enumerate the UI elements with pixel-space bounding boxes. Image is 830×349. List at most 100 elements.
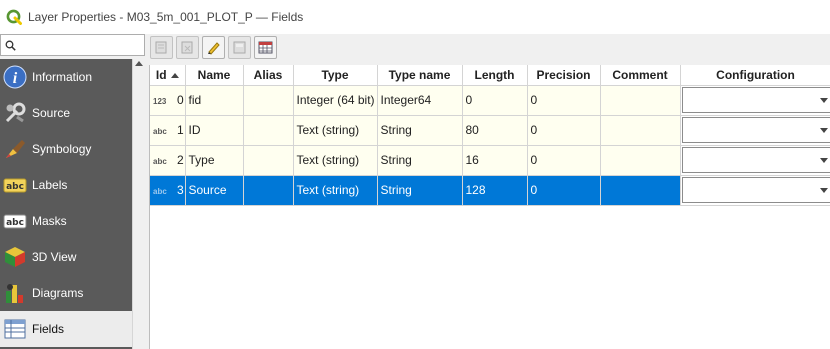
- integer-type-icon: 123: [153, 97, 167, 106]
- cell-alias[interactable]: [243, 115, 294, 146]
- column-header-id[interactable]: Id: [150, 65, 186, 86]
- cell-length[interactable]: 80: [462, 115, 528, 146]
- delete-field-button[interactable]: [176, 35, 199, 59]
- sidebar-item-label: Symbology: [32, 142, 92, 156]
- text-type-icon: abc: [153, 127, 167, 136]
- cell-comment[interactable]: [600, 145, 681, 176]
- cell-type-name[interactable]: Integer64: [377, 85, 463, 116]
- sidebar-item-source[interactable]: Source: [0, 95, 132, 131]
- info-icon: i: [2, 64, 28, 90]
- sidebar-item-label: Source: [32, 106, 71, 120]
- sidebar-item-masks[interactable]: abc Masks: [0, 203, 132, 239]
- fields-table-container: Id Name Alias Type Type name Length Prec…: [149, 65, 830, 349]
- cell-precision[interactable]: 0: [527, 85, 601, 116]
- sort-ascending-icon: [170, 73, 179, 79]
- cell-type-name[interactable]: String: [377, 175, 463, 206]
- cell-comment[interactable]: [600, 85, 681, 116]
- new-field-icon: [155, 41, 167, 53]
- cell-configuration[interactable]: [680, 145, 830, 176]
- cell-configuration[interactable]: [680, 115, 830, 146]
- cell-comment[interactable]: [600, 175, 681, 206]
- sidebar-item-symbology[interactable]: Symbology: [0, 131, 132, 167]
- cell-comment[interactable]: [600, 115, 681, 146]
- sidebar-item-diagrams[interactable]: Diagrams: [0, 275, 132, 311]
- cell-id[interactable]: abc 1: [150, 115, 186, 146]
- column-header-type[interactable]: Type: [293, 65, 378, 86]
- table-header-row: Id Name Alias Type Type name Length Prec…: [150, 65, 830, 86]
- search-input[interactable]: [20, 38, 140, 52]
- cell-name[interactable]: fid: [185, 85, 244, 116]
- fields-table: Id Name Alias Type Type name Length Prec…: [150, 65, 830, 206]
- scroll-up-arrow-icon[interactable]: [135, 61, 143, 66]
- toggle-editing-icon: [208, 41, 220, 55]
- search-box[interactable]: [0, 34, 145, 56]
- configuration-dropdown[interactable]: [681, 147, 830, 173]
- cell-alias[interactable]: [243, 145, 294, 176]
- configuration-dropdown[interactable]: [681, 177, 830, 203]
- table-row-selected[interactable]: abc 3 Source Text (string) String 128 0: [150, 175, 830, 206]
- diagrams-icon: [2, 280, 28, 306]
- column-header-precision[interactable]: Precision: [527, 65, 601, 86]
- sidebar-item-3d-view[interactable]: 3D View: [0, 239, 132, 275]
- field-table-icon: [258, 41, 273, 53]
- cell-alias[interactable]: [243, 85, 294, 116]
- table-row[interactable]: abc 1 ID Text (string) String 80 0: [150, 115, 830, 146]
- cell-name[interactable]: Type: [185, 145, 244, 176]
- sidebar: i Information Source Symbology abc Label…: [0, 59, 132, 349]
- sidebar-item-information[interactable]: i Information: [0, 59, 132, 95]
- masks-icon: abc: [2, 208, 28, 234]
- field-calculator-button[interactable]: [228, 35, 251, 59]
- cell-precision[interactable]: 0: [527, 175, 601, 206]
- cell-type[interactable]: Text (string): [293, 115, 378, 146]
- field-calculator-icon: [233, 41, 246, 53]
- configuration-dropdown[interactable]: [681, 87, 830, 113]
- 3d-view-icon: [2, 244, 28, 270]
- sidebar-item-labels[interactable]: abc Labels: [0, 167, 132, 203]
- column-header-comment[interactable]: Comment: [600, 65, 681, 86]
- cell-length[interactable]: 0: [462, 85, 528, 116]
- cell-name[interactable]: Source: [185, 175, 244, 206]
- labels-icon: abc: [2, 172, 28, 198]
- cell-configuration[interactable]: [680, 175, 830, 206]
- search-icon: [5, 40, 16, 51]
- cell-type[interactable]: Integer (64 bit): [293, 85, 378, 116]
- cell-type-name[interactable]: String: [377, 115, 463, 146]
- cell-type[interactable]: Text (string): [293, 145, 378, 176]
- cell-length[interactable]: 16: [462, 145, 528, 176]
- cell-id[interactable]: abc 2: [150, 145, 186, 176]
- svg-text:abc: abc: [6, 182, 24, 192]
- column-header-configuration[interactable]: Configuration: [680, 65, 830, 86]
- sidebar-item-label: Information: [32, 70, 93, 84]
- column-header-name[interactable]: Name: [185, 65, 244, 86]
- chevron-down-icon: [819, 98, 828, 103]
- cell-type[interactable]: Text (string): [293, 175, 378, 206]
- cell-name[interactable]: ID: [185, 115, 244, 146]
- source-icon: [2, 100, 28, 126]
- cell-id[interactable]: abc 3: [150, 175, 186, 206]
- configuration-dropdown[interactable]: [681, 117, 830, 143]
- new-field-button[interactable]: [150, 35, 173, 59]
- cell-precision[interactable]: 0: [527, 115, 601, 146]
- field-table-button[interactable]: [254, 35, 277, 59]
- qgis-logo-icon: [6, 9, 22, 25]
- table-row[interactable]: abc 2 Type Text (string) String 16 0: [150, 145, 830, 176]
- cell-length[interactable]: 128: [462, 175, 528, 206]
- cell-alias[interactable]: [243, 175, 294, 206]
- toggle-editing-button[interactable]: [202, 35, 225, 59]
- column-header-alias[interactable]: Alias: [243, 65, 294, 86]
- window-title: Layer Properties - M03_5m_001_PLOT_P — F…: [28, 10, 304, 24]
- symbology-icon: [2, 136, 28, 162]
- cell-precision[interactable]: 0: [527, 145, 601, 176]
- sidebar-item-fields[interactable]: Fields: [0, 311, 132, 347]
- chevron-down-icon: [819, 128, 828, 133]
- sidebar-scrollbar[interactable]: [132, 59, 145, 349]
- table-row[interactable]: 123 0 fid Integer (64 bit) Integer64 0 0: [150, 85, 830, 116]
- column-header-type-name[interactable]: Type name: [377, 65, 463, 86]
- cell-id[interactable]: 123 0: [150, 85, 186, 116]
- column-header-length[interactable]: Length: [462, 65, 528, 86]
- sidebar-item-label: Diagrams: [32, 286, 84, 300]
- cell-type-name[interactable]: String: [377, 145, 463, 176]
- title-bar: Layer Properties - M03_5m_001_PLOT_P — F…: [0, 0, 830, 34]
- cell-configuration[interactable]: [680, 85, 830, 116]
- fields-toolbar: [150, 34, 277, 60]
